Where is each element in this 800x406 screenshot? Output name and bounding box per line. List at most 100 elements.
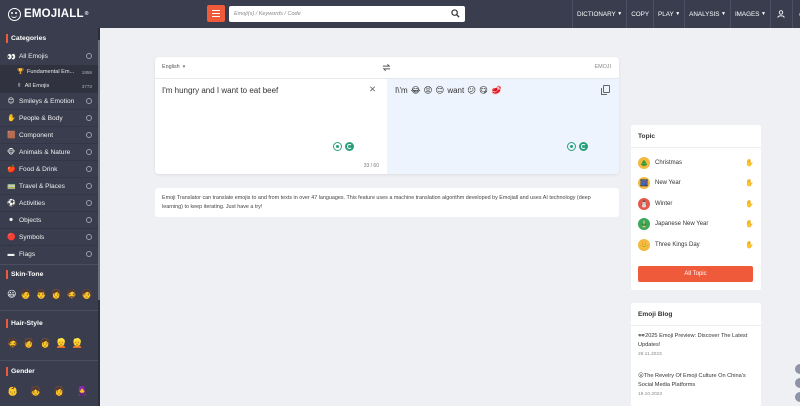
object-icon: ⚫ <box>8 217 14 224</box>
raised-hand-icon: ✋ <box>745 201 754 208</box>
skin-tone-icon: 🟫 <box>7 132 16 139</box>
sidebar-subitem-all-emojis[interactable]: ✌ All Emojis 3773 <box>0 79 98 93</box>
divider <box>631 325 761 326</box>
sidebar-item-people-body[interactable]: ✋ People & Body <box>0 109 98 126</box>
target-language[interactable]: EMOJI <box>595 64 611 70</box>
user-icon <box>777 10 786 18</box>
sidebar-scrollbar-thumb[interactable] <box>98 40 100 300</box>
hair-style-option[interactable]: 👱 <box>56 338 67 349</box>
topic-item-winter[interactable]: ⛄ Winter ✋ <box>638 196 754 212</box>
chevron-circle-icon <box>86 183 92 189</box>
target-pane: I\'m 😂 😡 😊 want 😕 😋 🥩 <box>387 78 619 174</box>
christmas-tree-icon: 🎄 <box>638 157 650 169</box>
trophy-icon: 🏆 <box>17 69 24 75</box>
sidebar: Categories 👀 All Emojis 🏆 Fundamental Em… <box>0 28 100 406</box>
floating-action-button[interactable] <box>795 378 800 388</box>
chevron-circle-icon <box>86 149 92 155</box>
nav-play[interactable]: PLAY ▼ <box>653 0 684 28</box>
skin-tone-heading: Skin-Tone <box>0 267 100 281</box>
floating-action-button[interactable] <box>795 364 800 374</box>
topic-item-three-kings-day[interactable]: 👑 Three Kings Day ✋ <box>638 237 754 253</box>
skin-tone-option[interactable]: 👨 <box>36 289 47 300</box>
hair-style-option[interactable]: 👩 <box>39 338 50 349</box>
location-icon[interactable] <box>333 142 342 151</box>
skin-tone-option[interactable]: 🧑 <box>20 289 31 300</box>
sidebar-subitem-fundamental[interactable]: 🏆 Fundamental Em... 1858 <box>0 65 98 79</box>
logo[interactable]: EMOJIALL ® <box>8 6 89 22</box>
location-icon[interactable] <box>567 142 576 151</box>
close-icon[interactable]: ✕ <box>369 85 376 94</box>
language-bar: English ▼ EMOJI <box>155 57 619 78</box>
floating-action-button[interactable] <box>795 392 800 402</box>
sidebar-item-symbols[interactable]: 🔴 Symbols <box>0 228 98 245</box>
language-button[interactable] <box>791 0 800 28</box>
filter-button[interactable] <box>207 5 225 22</box>
gender-option[interactable]: 👧 <box>30 386 41 397</box>
train-icon: 🚃 <box>7 183 16 190</box>
skin-tone-option[interactable]: 🧑 <box>81 289 92 300</box>
source-pane[interactable]: I'm hungry and I want to eat beef ✕ 33 /… <box>155 78 387 174</box>
sidebar-item-travel-places[interactable]: 🚃 Travel & Places <box>0 177 98 194</box>
description-card: Emoji Translator can translate emojis to… <box>155 188 619 217</box>
user-button[interactable] <box>769 0 792 28</box>
all-topic-button[interactable]: All Topic <box>638 266 753 282</box>
topic-item-new-year[interactable]: 🎆 New Year ✋ <box>638 175 754 191</box>
nav-copy[interactable]: COPY <box>626 0 653 28</box>
output-emoji: 😊 <box>435 85 445 95</box>
raised-hand-icon: ✋ <box>745 180 754 187</box>
refresh-icon[interactable] <box>579 142 588 151</box>
blog-item-date: 29.11.2023 <box>638 352 662 358</box>
hair-style-row: 🧔 👩 👩 👱 👱 <box>7 338 83 349</box>
blog-item-title[interactable]: 😮The Revelry Of Emoji Culture On China's… <box>638 372 756 389</box>
nav-dictionary[interactable]: DICTIONARY ▼ <box>572 0 626 28</box>
smiley-logo-icon <box>8 7 21 21</box>
divider <box>631 147 761 148</box>
search-input[interactable] <box>229 6 439 22</box>
output-emoji: 😡 <box>423 85 433 95</box>
pine-decoration-icon: 🎍 <box>638 218 650 230</box>
sidebar-item-objects[interactable]: ⚫ Objects <box>0 211 98 228</box>
eyes-icon: 👀 <box>7 53 16 61</box>
source-language-select[interactable]: English ▼ <box>162 64 186 70</box>
topic-item-japanese-new-year[interactable]: 🎍 Japanese New Year ✋ <box>638 216 754 232</box>
gender-row: 👶 👧 👩 🧕 <box>7 386 88 397</box>
snowman-icon: ⛄ <box>638 198 650 210</box>
victory-hand-icon: ✌ <box>17 83 22 89</box>
skin-tone-option[interactable]: 🧔 <box>66 289 77 300</box>
symbol-icon: 🔴 <box>7 234 16 241</box>
copy-icon[interactable] <box>601 85 610 95</box>
hair-style-option[interactable]: 👩 <box>23 338 34 349</box>
swap-icon[interactable] <box>382 63 391 72</box>
sidebar-item-food-drink[interactable]: 🍎 Food & Drink <box>0 160 98 177</box>
hair-style-option[interactable]: 🧔 <box>7 338 18 349</box>
sidebar-item-component[interactable]: 🟫 Component <box>0 126 98 143</box>
target-actions <box>567 142 588 151</box>
chevron-circle-icon <box>86 53 92 59</box>
caret-down-icon: ▼ <box>720 11 726 17</box>
sidebar-item-flags[interactable]: ▬ Flags <box>0 245 98 262</box>
output-emoji: 😕 <box>467 85 477 95</box>
sidebar-item-animals-nature[interactable]: 🐵 Animals & Nature <box>0 143 98 160</box>
blog-item[interactable]: 🕶2025 Emoji Preview: Discover The Latest… <box>638 332 756 357</box>
sidebar-item-smileys-emotion[interactable]: 😊 Smileys & Emotion <box>0 92 98 109</box>
sidebar-item-activities[interactable]: ⚽ Activities <box>0 194 98 211</box>
skin-tone-option[interactable]: 👩 <box>51 289 62 300</box>
topic-item-christmas[interactable]: 🎄 Christmas ✋ <box>638 155 754 171</box>
gender-option[interactable]: 🧕 <box>77 386 88 397</box>
hair-style-option[interactable]: 👱 <box>72 338 83 349</box>
chevron-circle-icon <box>86 251 92 257</box>
sidebar-item-all-emojis[interactable]: 👀 All Emojis <box>0 48 98 65</box>
skin-tone-option[interactable]: 😃 <box>7 289 16 300</box>
raised-hand-icon: ✋ <box>745 221 754 228</box>
gender-option[interactable]: 👶 <box>7 386 18 397</box>
gender-option[interactable]: 👩 <box>53 386 64 397</box>
search-icon[interactable] <box>451 9 460 18</box>
nav-images[interactable]: IMAGES ▼ <box>729 0 770 28</box>
source-text[interactable]: I'm hungry and I want to eat beef <box>162 86 278 95</box>
blog-item-title[interactable]: 🕶2025 Emoji Preview: Discover The Latest… <box>638 332 756 349</box>
refresh-icon[interactable] <box>345 142 354 151</box>
nav-analysis[interactable]: ANALYSIS ▼ <box>684 0 730 28</box>
blog-item[interactable]: 😮The Revelry Of Emoji Culture On China's… <box>638 372 756 397</box>
raised-hand-icon: ✋ <box>745 242 754 249</box>
chevron-circle-icon <box>86 200 92 206</box>
